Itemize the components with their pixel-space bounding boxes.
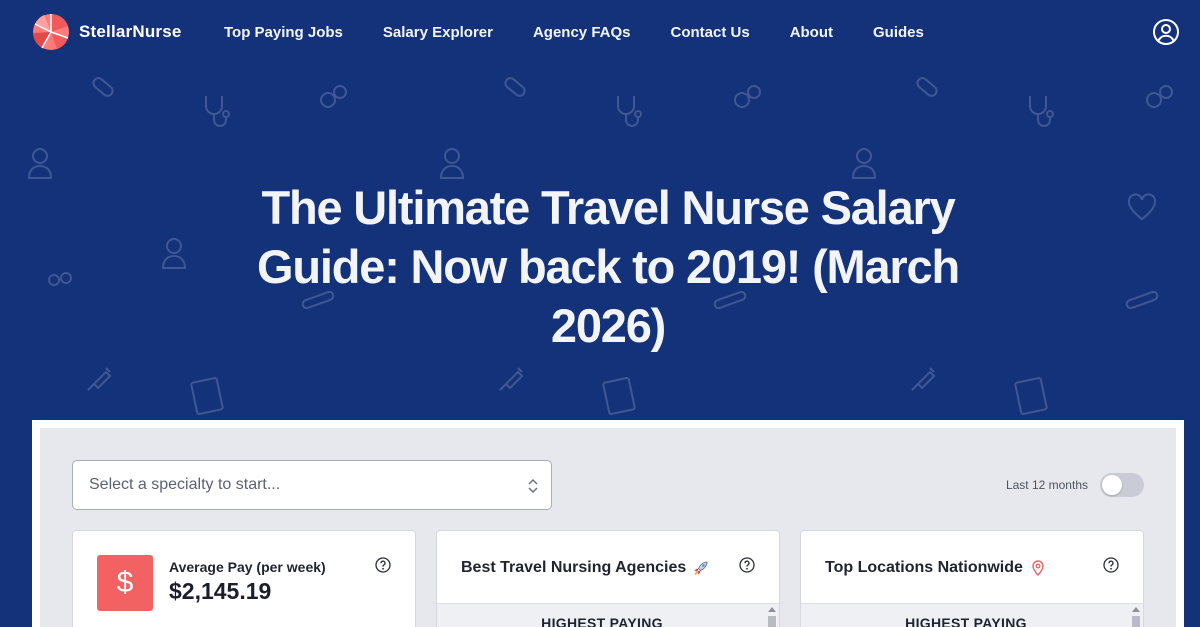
nav-about[interactable]: About	[790, 24, 833, 41]
chevron-up-down-icon	[528, 478, 538, 494]
average-pay-label: Average Pay (per week)	[169, 559, 326, 575]
clipboard-icon	[190, 377, 224, 415]
top-locations-title-row: Top Locations Nationwide	[825, 559, 1047, 577]
pill-icon	[916, 77, 938, 97]
scroll-up-arrow-icon[interactable]	[768, 607, 776, 612]
help-circle-icon[interactable]	[375, 557, 391, 573]
toggle-label: Last 12 months	[1005, 478, 1088, 492]
top-locations-title: Top Locations Nationwide	[825, 559, 1023, 576]
locations-scrollbar[interactable]	[1131, 605, 1141, 627]
nav-top-paying-jobs[interactable]: Top Paying Jobs	[224, 24, 343, 41]
thermometer-icon	[1125, 290, 1159, 310]
syringe-icon	[911, 367, 936, 391]
clipboard-icon	[1014, 377, 1048, 415]
pills-icon	[1146, 85, 1173, 108]
last-12-months-toggle[interactable]	[1100, 473, 1144, 497]
top-locations-card: Top Locations Nationwide HIGHEST PAYING	[800, 530, 1144, 627]
help-circle-icon[interactable]	[1103, 557, 1119, 573]
nav-contact-us[interactable]: Contact Us	[671, 24, 750, 41]
rocket-icon	[694, 561, 708, 575]
scroll-up-arrow-icon[interactable]	[1132, 607, 1140, 612]
brand-name: StellarNurse	[79, 22, 182, 41]
specialty-select[interactable]: Select a specialty to start...	[72, 460, 552, 510]
stethoscope-icon	[1029, 96, 1054, 127]
agencies-scrollbar[interactable]	[767, 605, 777, 627]
average-pay-value: $2,145.19	[169, 578, 272, 604]
page-title: The Ultimate Travel Nurse Salary Guide: …	[257, 181, 960, 352]
pills-icon	[734, 85, 761, 108]
stellar-logo-icon	[33, 13, 69, 50]
main-nav: Top Paying Jobs Salary Explorer Agency F…	[224, 0, 964, 64]
average-pay-card: $ Average Pay (per week) $2,145.19	[72, 530, 416, 627]
stethoscope-icon	[617, 96, 642, 127]
help-circle-icon[interactable]	[739, 557, 755, 573]
pills-icon	[48, 272, 72, 286]
best-agencies-card: Best Travel Nursing Agencies HIGHEST PAY…	[436, 530, 780, 627]
agencies-subhead: HIGHEST PAYING	[541, 615, 663, 627]
specialty-select-placeholder: Select a specialty to start...	[89, 476, 281, 493]
nurse-icon	[851, 148, 877, 179]
stethoscope-icon	[205, 96, 230, 127]
best-agencies-title: Best Travel Nursing Agencies	[461, 559, 687, 576]
nav-salary-explorer[interactable]: Salary Explorer	[383, 24, 493, 41]
syringe-icon	[499, 367, 524, 391]
best-agencies-title-row: Best Travel Nursing Agencies	[461, 559, 710, 577]
brand-logo-link[interactable]: StellarNurse	[32, 13, 182, 51]
nav-guides[interactable]: Guides	[873, 24, 924, 41]
pill-icon	[92, 77, 114, 97]
nurse-icon	[439, 148, 465, 179]
map-pin-icon	[1032, 560, 1044, 577]
nurse-icon	[27, 148, 53, 179]
clipboard-icon	[602, 377, 636, 415]
syringe-icon	[87, 367, 112, 391]
locations-subhead: HIGHEST PAYING	[905, 615, 1027, 627]
toggle-knob	[1102, 475, 1122, 495]
salary-panel: Select a specialty to start... Last 12 m…	[32, 420, 1184, 627]
pill-icon	[504, 77, 526, 97]
top-nav-bar: StellarNurse Top Paying Jobs Salary Expl…	[0, 0, 1200, 64]
nav-agency-faqs[interactable]: Agency FAQs	[533, 24, 631, 41]
dollar-icon: $	[97, 555, 153, 611]
scroll-thumb[interactable]	[1132, 616, 1140, 627]
heart-icon	[1127, 193, 1157, 221]
user-circle-icon[interactable]	[1152, 18, 1180, 46]
pills-icon	[320, 85, 347, 108]
nurse-icon	[161, 238, 187, 269]
last-12-months-toggle-group: Last 12 months	[1006, 473, 1144, 497]
scroll-thumb[interactable]	[768, 616, 776, 627]
